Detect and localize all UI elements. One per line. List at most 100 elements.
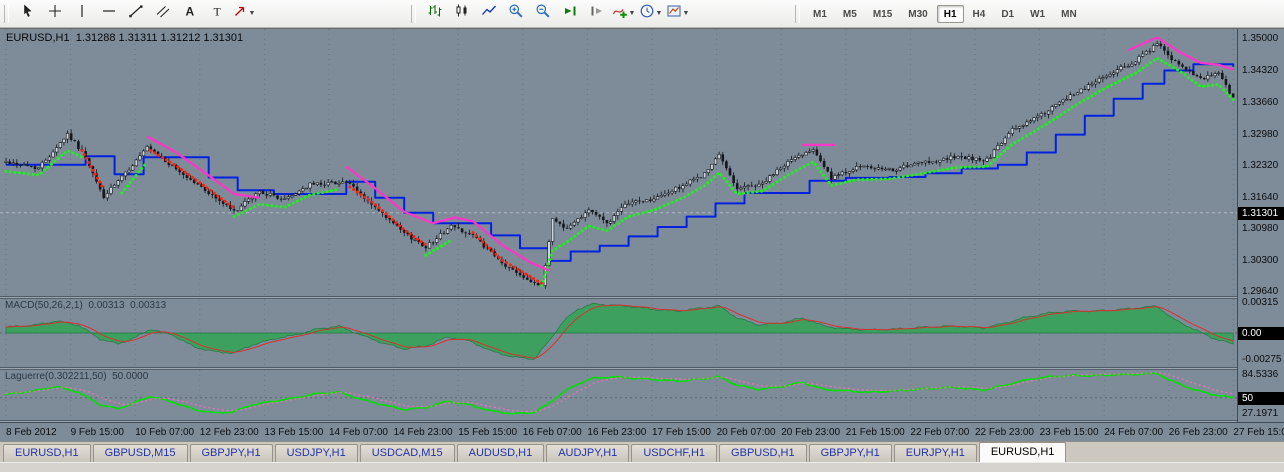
time-axis-label: 26 Feb 23:00: [1168, 427, 1228, 438]
chart-tab-gbpusd-h1[interactable]: GBPUSD,H1: [719, 444, 807, 462]
toolbar-drag-handle[interactable]: [411, 4, 416, 23]
chart-tab-eurjpy-h1[interactable]: EURJPY,H1: [893, 444, 977, 462]
quote-low: 1.31212: [160, 32, 201, 44]
timeframe-w1-button[interactable]: W1: [1023, 5, 1052, 23]
periods-button[interactable]: ▼: [637, 2, 664, 26]
chart-tab-usdjpy-h1[interactable]: USDJPY,H1: [274, 444, 358, 462]
time-axis-label: 23 Feb 15:00: [1039, 427, 1099, 438]
oscillator-min-label: 27.1971: [1242, 407, 1279, 419]
quote-symbol: EURUSD,H1: [6, 32, 70, 44]
chevron-down-icon: ▼: [248, 10, 256, 17]
green-trend-dots: [540, 56, 1235, 287]
line-studies-group: A T ▼: [0, 2, 257, 26]
vertical-line-tool[interactable]: [68, 2, 95, 26]
bars-chart-icon: [427, 3, 443, 24]
time-axis-label: 9 Feb 15:00: [70, 427, 124, 438]
cursor-icon: [20, 3, 36, 24]
timeframe-m15-button[interactable]: M15: [866, 5, 899, 23]
macd-area: [5, 302, 1234, 360]
mt4-window: { "toolbar": { "groups": [ {"name": "lin…: [0, 0, 1284, 472]
vline-icon: [74, 3, 90, 24]
price-axis-label: 1.29640: [1242, 286, 1279, 298]
oscillator-line: [5, 372, 1234, 415]
charts-group: ▼ ▼ ▼: [407, 2, 691, 26]
zoom-out-button[interactable]: [529, 2, 556, 26]
toolbar-drag-handle[interactable]: [4, 4, 9, 23]
timeframe-m1-button[interactable]: M1: [806, 5, 834, 23]
line-chart-button[interactable]: [475, 2, 502, 26]
template-icon: [666, 3, 682, 24]
chart-tab-eurusd-h1[interactable]: EURUSD,H1: [3, 444, 91, 462]
red-trend-dots: [149, 149, 236, 210]
price-axis-label: 1.32320: [1242, 159, 1279, 171]
time-axis-label: 17 Feb 15:00: [652, 427, 711, 438]
quote-open: 1.31288: [75, 32, 116, 44]
chart-tab-gbpjpy-h1[interactable]: GBPJPY,H1: [808, 444, 892, 462]
chart-tab-audusd-h1[interactable]: AUDUSD,H1: [456, 444, 545, 462]
time-axis-label: 16 Feb 07:00: [522, 427, 582, 438]
cursor-tool[interactable]: [14, 2, 41, 26]
trendline-icon: [128, 3, 144, 24]
chart-shift-icon: [589, 3, 605, 24]
price-axis-label: 1.30300: [1242, 254, 1279, 266]
price-axis-label: 1.35000: [1242, 33, 1279, 45]
time-axis-label: 20 Feb 23:00: [781, 427, 841, 438]
time-axis-label: 13 Feb 15:00: [264, 427, 324, 438]
timeframe-d1-button[interactable]: D1: [994, 5, 1021, 23]
timeframe-h4-button[interactable]: H4: [966, 5, 993, 23]
text-label-tool[interactable]: T: [203, 2, 230, 26]
auto-scroll-button[interactable]: [556, 2, 583, 26]
price-axis-label: 1.33660: [1242, 96, 1279, 108]
price-axis-label: 1.30980: [1242, 222, 1279, 234]
zoom-in-icon: [508, 3, 524, 24]
chart-tab-usdchf-h1[interactable]: USDCHF,H1: [631, 444, 718, 462]
oscillator-max-label: 84.5336: [1242, 368, 1279, 380]
timeframe-mn-button[interactable]: MN: [1054, 5, 1084, 23]
current-price-box: 1.31301: [1238, 206, 1284, 220]
oscillator-current-box: 50: [1238, 391, 1284, 405]
quote-high: 1.31311: [118, 32, 158, 44]
text-tool[interactable]: A: [176, 2, 203, 26]
bar-chart-button[interactable]: [421, 2, 448, 26]
svg-text:T: T: [213, 5, 221, 19]
magenta-signal-line: [146, 135, 260, 199]
templates-button[interactable]: ▼: [664, 2, 691, 26]
text-a-icon: A: [182, 3, 198, 24]
equidistant-channel-tool[interactable]: [149, 2, 176, 26]
red-trend-dots: [471, 231, 544, 285]
clock-icon: [639, 3, 655, 24]
oscillator-pane-canvas[interactable]: [0, 370, 1237, 420]
timeframe-h1-button[interactable]: H1: [936, 4, 964, 23]
chart-tab-usdcad-m15[interactable]: USDCAD,M15: [359, 444, 455, 462]
crosshair-tool[interactable]: [41, 2, 68, 26]
time-axis: 8 Feb 2012 9 Feb 15:00 10 Feb 07:00 12 Feb …: [0, 422, 1284, 441]
zoom-in-button[interactable]: [502, 2, 529, 26]
line-chart-icon: [481, 3, 497, 24]
time-axis-label: 16 Feb 23:00: [587, 427, 647, 438]
chart-shift-button[interactable]: [583, 2, 610, 26]
chart-tab-gbpusd-m15[interactable]: GBPUSD,M15: [92, 444, 188, 462]
trendline-tool[interactable]: [122, 2, 149, 26]
indicators-icon: [612, 3, 628, 24]
price-axis-label: 1.34320: [1242, 65, 1279, 77]
main-chart-canvas[interactable]: [0, 29, 1237, 296]
svg-text:A: A: [185, 5, 194, 19]
chart-tab-eurusd-h1-active[interactable]: EURUSD,H1: [978, 442, 1067, 462]
time-axis-label: 21 Feb 15:00: [845, 427, 905, 438]
macd-pane-canvas[interactable]: [0, 299, 1237, 367]
arrows-tool[interactable]: ▼: [230, 2, 257, 26]
candlestick-chart-button[interactable]: [448, 2, 475, 26]
chevron-down-icon: ▼: [682, 10, 690, 17]
chart-tab-gbpjpy-h1[interactable]: GBPJPY,H1: [189, 444, 273, 462]
macd-max-label: 0.00315: [1242, 296, 1279, 308]
price-axis: 1.35000 1.34320 1.33660 1.32980 1.32320 1.316…: [1237, 29, 1284, 422]
candles-chart-icon: [454, 3, 470, 24]
horizontal-line-tool[interactable]: [95, 2, 122, 26]
toolbar-drag-handle[interactable]: [795, 4, 800, 23]
chart-tab-audjpy-h1[interactable]: AUDJPY,H1: [546, 444, 630, 462]
bull-candles: [4, 43, 1221, 286]
indicators-button[interactable]: ▼: [610, 2, 637, 26]
timeframe-m5-button[interactable]: M5: [836, 5, 864, 23]
time-axis-label: 14 Feb 23:00: [393, 427, 453, 438]
timeframe-m30-button[interactable]: M30: [901, 5, 934, 23]
